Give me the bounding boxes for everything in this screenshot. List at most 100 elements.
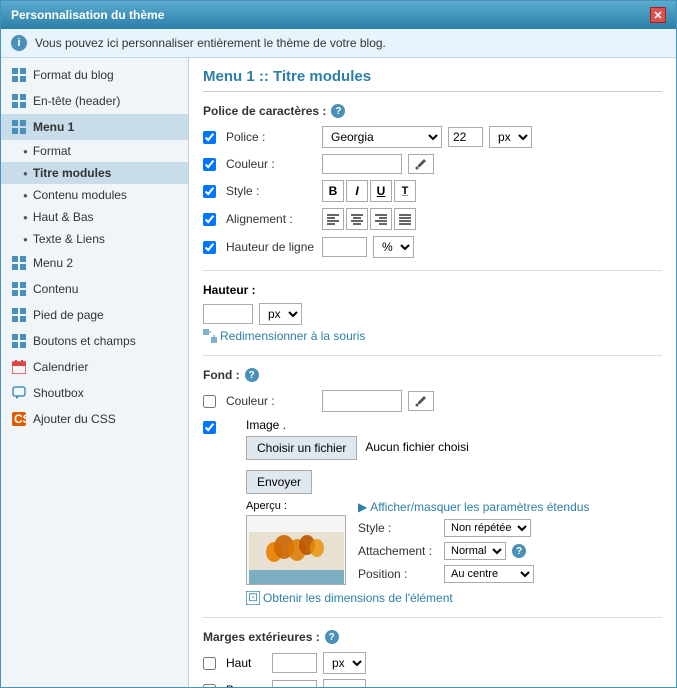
- fond-section-title: Fond : ?: [203, 368, 662, 382]
- apercu-label: Aperçu :: [246, 500, 346, 512]
- police-checkbox[interactable]: [203, 131, 216, 144]
- align-right-button[interactable]: [370, 208, 392, 230]
- alignement-checkbox[interactable]: [203, 213, 216, 226]
- marges-haut-label: Haut: [226, 656, 266, 670]
- strikethrough-button[interactable]: T̲: [394, 180, 416, 202]
- marges-bas-input[interactable]: 0: [272, 680, 317, 687]
- marges-section: Marges extérieures : ? Haut 0 px Bas 0: [203, 630, 662, 687]
- grid-icon-3: [11, 119, 27, 135]
- sidebar-label: Texte & Liens: [33, 232, 105, 246]
- sidebar-subitem-haut-bas[interactable]: ● Haut & Bas: [1, 206, 188, 228]
- style-buttons: B I U T̲: [322, 180, 416, 202]
- window-title: Personnalisation du thème: [11, 8, 164, 22]
- sidebar-subitem-texte-liens[interactable]: ● Texte & Liens: [1, 228, 188, 250]
- bullet-icon: ●: [23, 235, 28, 244]
- sidebar-item-contenu[interactable]: Contenu: [1, 276, 188, 302]
- style-checkbox[interactable]: [203, 185, 216, 198]
- sidebar: Format du blog En-tête (header) Menu 1 ●…: [1, 58, 189, 687]
- hauteur-ligne-unit-select[interactable]: %: [373, 236, 414, 258]
- preview-image: [249, 532, 344, 584]
- hauteur-row: 117 px: [203, 303, 662, 325]
- sidebar-label: Format: [33, 144, 71, 158]
- sidebar-item-shoutbox[interactable]: Shoutbox: [1, 380, 188, 406]
- marges-haut-input[interactable]: 0: [272, 653, 317, 673]
- position-opt-select[interactable]: Au centre: [444, 565, 534, 583]
- marges-haut-unit[interactable]: px: [323, 652, 366, 674]
- hauteur-ligne-input[interactable]: 750: [322, 237, 367, 257]
- hauteur-ligne-checkbox[interactable]: [203, 241, 216, 254]
- sidebar-item-calendrier[interactable]: Calendrier: [1, 354, 188, 380]
- align-justify-button[interactable]: [394, 208, 416, 230]
- sidebar-label: Boutons et champs: [33, 334, 136, 348]
- preview-box: [246, 515, 346, 585]
- align-left-button[interactable]: [322, 208, 344, 230]
- hauteur-ligne-label: Hauteur de ligne: [226, 240, 316, 254]
- eyedropper-button[interactable]: [408, 154, 434, 174]
- close-button[interactable]: ✕: [650, 7, 666, 23]
- marges-bas-checkbox[interactable]: [203, 684, 216, 688]
- style-opt-label: Style :: [358, 521, 438, 535]
- send-button[interactable]: Envoyer: [246, 470, 312, 494]
- sidebar-subitem-format[interactable]: ● Format: [1, 140, 188, 162]
- no-file-text: Aucun fichier choisi: [361, 436, 472, 460]
- sidebar-item-entete[interactable]: En-tête (header): [1, 88, 188, 114]
- separator-3: [203, 617, 662, 618]
- css-icon: CSS: [11, 411, 27, 427]
- hauteur-unit-select[interactable]: px: [259, 303, 302, 325]
- grid-icon-7: [11, 333, 27, 349]
- position-opt-row: Position : Au centre: [358, 565, 589, 583]
- font-size-input[interactable]: [448, 127, 483, 147]
- bold-button[interactable]: B: [322, 180, 344, 202]
- choose-file-button[interactable]: Choisir un fichier: [246, 436, 357, 460]
- couleur-input[interactable]: #ffffff: [322, 154, 402, 174]
- dimensions-link[interactable]: ⊡ Obtenir les dimensions de l'élément: [246, 591, 589, 605]
- font-unit-select[interactable]: px: [489, 126, 532, 148]
- sidebar-subitem-contenu-modules[interactable]: ● Contenu modules: [1, 184, 188, 206]
- calendar-icon: [11, 359, 27, 375]
- fond-couleur-row: Couleur :: [203, 390, 662, 412]
- marges-bas-unit[interactable]: px: [323, 679, 366, 687]
- police-section-title: Police de caractères : ?: [203, 104, 662, 118]
- sidebar-item-format-blog[interactable]: Format du blog: [1, 62, 188, 88]
- sidebar-item-menu2[interactable]: Menu 2: [1, 250, 188, 276]
- underline-button[interactable]: U: [370, 180, 392, 202]
- show-params-link[interactable]: ▶ Afficher/masquer les paramètres étendu…: [358, 500, 589, 514]
- italic-button[interactable]: I: [346, 180, 368, 202]
- fond-couleur-checkbox[interactable]: [203, 395, 216, 408]
- resize-link[interactable]: Redimensionner à la souris: [203, 329, 662, 343]
- sidebar-label: Menu 1: [33, 120, 74, 134]
- couleur-checkbox[interactable]: [203, 158, 216, 171]
- resize-text: Redimensionner à la souris: [220, 329, 365, 343]
- info-text: Vous pouvez ici personnaliser entièremen…: [35, 36, 386, 50]
- style-opt-row: Style : Non répétée: [358, 519, 589, 537]
- style-row: Style : B I U T̲: [203, 180, 662, 202]
- style-opt-select[interactable]: Non répétée: [444, 519, 531, 537]
- sidebar-label: Shoutbox: [33, 386, 84, 400]
- attachement-opt-select[interactable]: Normal: [444, 542, 506, 560]
- titlebar: Personnalisation du thème ✕: [1, 1, 676, 29]
- fond-image-checkbox[interactable]: [203, 421, 216, 434]
- chat-icon: [11, 385, 27, 401]
- position-opt-label: Position :: [358, 567, 438, 581]
- help-icon-fond[interactable]: ?: [245, 368, 259, 382]
- hauteur-input[interactable]: 117: [203, 304, 253, 324]
- help-icon-attachement[interactable]: ?: [512, 544, 526, 558]
- sidebar-label: Calendrier: [33, 360, 88, 374]
- sidebar-item-pied-page[interactable]: Pied de page: [1, 302, 188, 328]
- sidebar-item-menu1[interactable]: Menu 1: [1, 114, 188, 140]
- help-icon-police[interactable]: ?: [331, 104, 345, 118]
- align-center-button[interactable]: [346, 208, 368, 230]
- marges-haut-checkbox[interactable]: [203, 657, 216, 670]
- fond-eyedropper-button[interactable]: [408, 391, 434, 411]
- sidebar-label: Ajouter du CSS: [33, 412, 116, 426]
- sidebar-item-ajouter-css[interactable]: CSS Ajouter du CSS: [1, 406, 188, 432]
- sidebar-subitem-titre-modules[interactable]: ● Titre modules: [1, 162, 188, 184]
- font-select[interactable]: Georgia: [322, 126, 442, 148]
- info-icon: i: [11, 35, 27, 51]
- help-icon-marges[interactable]: ?: [325, 630, 339, 644]
- grid-icon-5: [11, 281, 27, 297]
- info-bar: i Vous pouvez ici personnaliser entièrem…: [1, 29, 676, 58]
- file-buttons: Choisir un fichier Aucun fichier choisi: [246, 436, 589, 460]
- sidebar-item-boutons-champs[interactable]: Boutons et champs: [1, 328, 188, 354]
- sidebar-label: En-tête (header): [33, 94, 120, 108]
